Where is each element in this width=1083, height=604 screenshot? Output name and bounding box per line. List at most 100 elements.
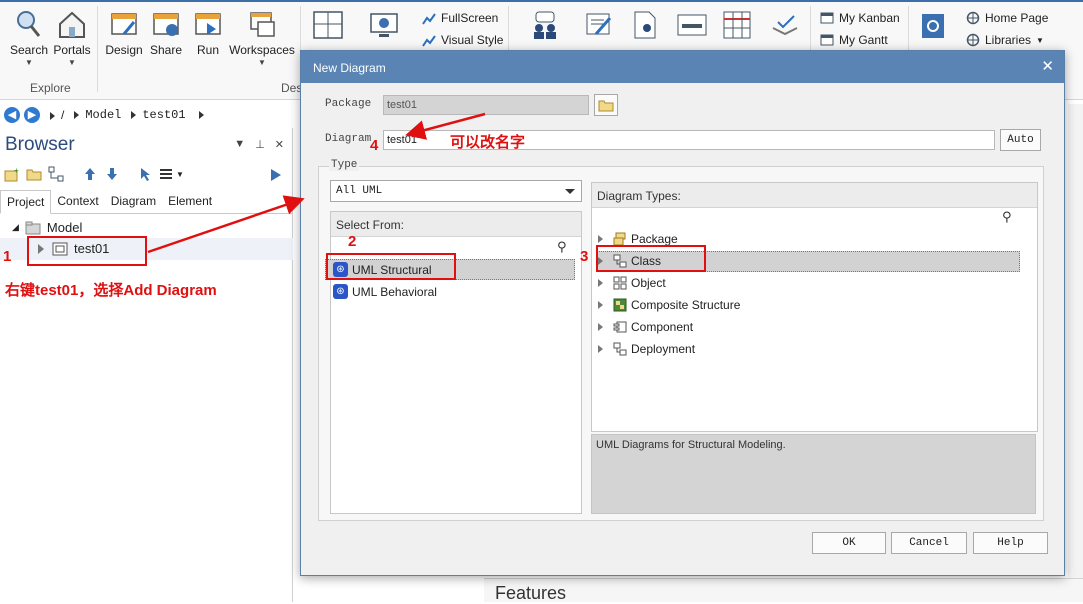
users-chat-icon[interactable] [530, 10, 560, 40]
component-icon [613, 321, 627, 333]
fullscreen-button[interactable]: FullScreen [422, 11, 498, 25]
grid-icon[interactable] [722, 10, 752, 40]
search-icon[interactable]: ⚲ [557, 239, 567, 255]
diagram-description: UML Diagrams for Structural Modeling. [591, 434, 1036, 514]
ok-button[interactable]: OK [812, 532, 886, 554]
libraries-label: Libraries [985, 33, 1032, 47]
search-label: Search [9, 43, 49, 57]
composite-structure-icon [613, 298, 627, 312]
edit-doc-icon[interactable] [584, 10, 614, 40]
my-kanban-button[interactable]: My Kanban [820, 11, 900, 25]
annotation-box-2 [326, 253, 456, 280]
pin-icon[interactable]: ⊥ [255, 138, 265, 151]
workspaces-button[interactable]: Workspaces ▼ [229, 8, 295, 67]
layout-icon[interactable] [312, 10, 344, 40]
tree-icon[interactable] [48, 166, 64, 182]
folder-icon[interactable] [26, 166, 42, 182]
move-up-icon[interactable] [82, 166, 98, 182]
move-down-icon[interactable] [104, 166, 120, 182]
form-icon[interactable] [676, 12, 708, 38]
tree-item-model[interactable]: ◢ Model [12, 220, 82, 235]
help-button[interactable]: Help [973, 532, 1048, 554]
select-from-item-uml-behavioral[interactable]: ⊛ UML Behavioral [333, 284, 437, 299]
globe-icon [966, 33, 980, 47]
visual-style-button[interactable]: Visual Style [422, 33, 503, 47]
home-page-label: Home Page [985, 11, 1049, 25]
monitor-gear-icon[interactable] [368, 10, 400, 40]
diagram-type-label: Composite Structure [631, 298, 741, 312]
chevron-down-icon: ▼ [258, 58, 266, 67]
run-button[interactable]: Run [192, 8, 224, 57]
deployment-icon [613, 342, 627, 356]
collapsed-icon [598, 323, 603, 331]
forward-arrow-icon[interactable]: ▶ [24, 107, 40, 123]
chevron-right-icon [50, 111, 55, 120]
features-bar [484, 578, 1083, 602]
collapsed-icon [598, 301, 603, 309]
portals-button[interactable]: Portals ▼ [52, 8, 92, 67]
collapsed-icon [598, 345, 603, 353]
auto-button[interactable]: Auto [1000, 129, 1041, 151]
diagram-type-package[interactable]: Package [598, 232, 678, 246]
breadcrumb-root[interactable]: / [50, 108, 64, 122]
portal-icon [59, 11, 85, 38]
breadcrumb-item-label: test01 [142, 108, 186, 122]
my-gantt-button[interactable]: My Gantt [820, 33, 888, 47]
back-arrow-icon[interactable]: ◀ [4, 107, 20, 123]
tab-project[interactable]: Project [0, 190, 52, 214]
type-select-value: All UML [336, 185, 383, 197]
breadcrumb-item[interactable]: test01 [131, 108, 209, 122]
tab-context[interactable]: Context [51, 190, 104, 213]
tab-diagram[interactable]: Diagram [105, 190, 162, 213]
diagram-type-composite-structure[interactable]: Composite Structure [598, 298, 740, 312]
search-button[interactable]: Search ▼ [8, 8, 50, 67]
share-button[interactable]: Share [148, 8, 184, 57]
expanded-icon: ◢ [12, 222, 19, 232]
design-button[interactable]: Design [104, 8, 144, 57]
close-icon[interactable]: ✕ [275, 138, 284, 151]
design-icon [111, 13, 137, 35]
visual-style-icon [422, 35, 436, 47]
type-label: Type [329, 159, 360, 171]
libraries-button[interactable]: Libraries ▼ [966, 33, 1044, 47]
chevron-down-icon[interactable]: ▼ [176, 170, 184, 179]
home-page-button[interactable]: Home Page [966, 11, 1048, 25]
play-icon[interactable] [270, 168, 282, 182]
breadcrumb-model[interactable]: Model [74, 108, 121, 122]
object-icon [613, 276, 627, 290]
fullscreen-icon [422, 13, 436, 25]
cancel-button[interactable]: Cancel [891, 532, 967, 554]
breadcrumb: ◀ ▶ / Model test01 [0, 104, 295, 126]
search-icon[interactable]: ⚲ [1002, 209, 1012, 225]
annotation-number-3: 3 [580, 248, 589, 265]
browser-panel: Browser ▼ ⊥ ✕ + ▼ Project Context Diagra… [0, 128, 293, 602]
my-kanban-label: My Kanban [839, 11, 900, 25]
design-label: Design [105, 43, 143, 57]
tab-element[interactable]: Element [162, 190, 218, 213]
type-select[interactable]: All UML [330, 180, 582, 202]
doc-users-icon[interactable] [630, 10, 660, 40]
ribbon-top-accent [0, 0, 1083, 2]
annotation-number-4: 4 [370, 137, 379, 154]
annotation-hint-4: 可以改名字 [450, 134, 526, 151]
diagram-type-deployment[interactable]: Deployment [598, 342, 695, 356]
breadcrumb-model-label: Model [85, 108, 122, 122]
chevron-right-icon [131, 110, 137, 119]
package-field: test01 [383, 95, 589, 115]
package-label: Package [325, 98, 372, 110]
browser-title: Browser [5, 134, 75, 155]
browse-package-button[interactable] [594, 94, 618, 116]
diagram-type-object[interactable]: Object [598, 276, 666, 290]
check-stack-icon[interactable] [770, 12, 800, 38]
globe-icon [966, 11, 980, 25]
new-package-icon[interactable]: + [4, 166, 20, 182]
close-icon[interactable]: ✕ [1041, 57, 1054, 75]
pointer-icon[interactable] [136, 166, 152, 182]
menu-icon[interactable] [158, 166, 174, 182]
diagram-type-label: Component [631, 320, 694, 334]
my-gantt-label: My Gantt [839, 33, 888, 47]
chevron-down-icon[interactable]: ▼ [234, 138, 245, 151]
book-icon[interactable] [920, 12, 946, 40]
diagram-type-component[interactable]: Component [598, 320, 693, 334]
annotation-number-2: 2 [348, 233, 357, 250]
